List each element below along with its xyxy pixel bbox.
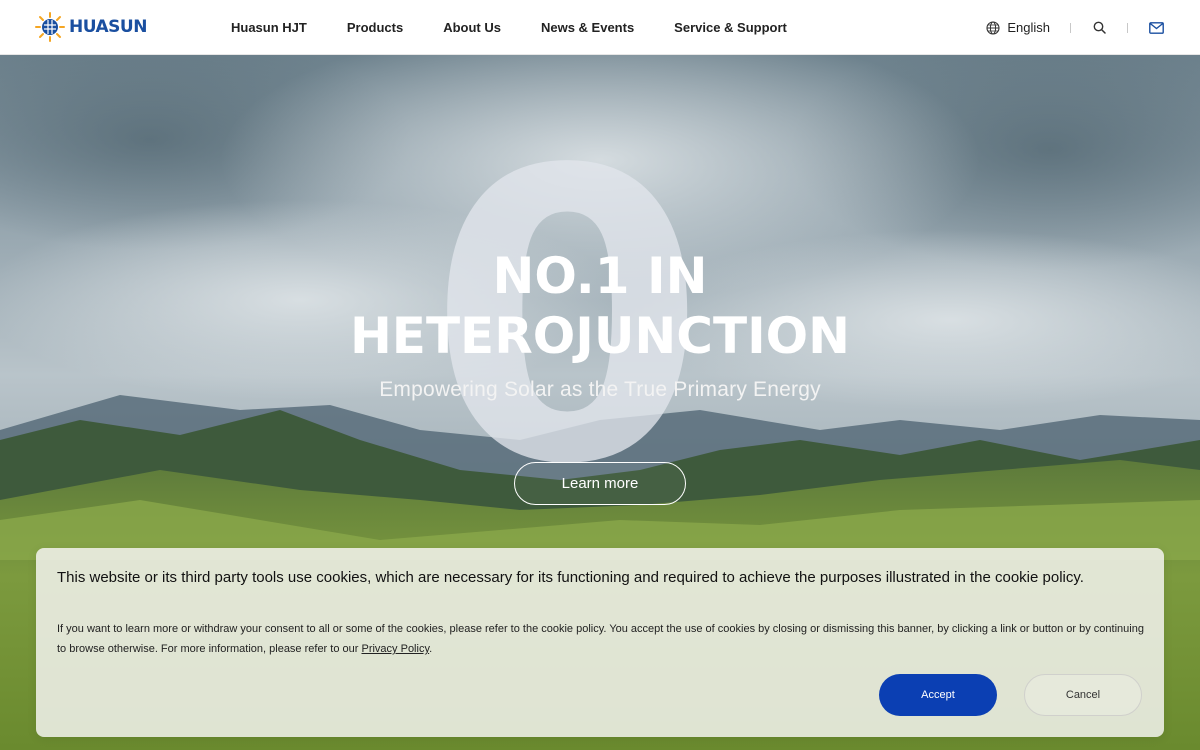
main-nav: Huasun HJT Products About Us News & Even… (231, 0, 827, 55)
header-divider (1127, 22, 1128, 33)
search-icon (1093, 21, 1106, 34)
hero-title: NO.1 IN HETEROJUNCTION (0, 246, 1200, 366)
hero-title-line-2: HETEROJUNCTION (349, 307, 851, 365)
mail-icon (1148, 21, 1164, 34)
learn-more-button[interactable]: Learn more (514, 462, 686, 505)
nav-item-news-events[interactable]: News & Events (541, 20, 634, 35)
cookie-detail-body: If you want to learn more or withdraw yo… (57, 623, 1144, 655)
language-selector[interactable]: English (986, 20, 1050, 35)
cancel-cookies-button[interactable]: Cancel (1024, 674, 1142, 716)
privacy-policy-link[interactable]: Privacy Policy (361, 643, 429, 655)
nav-item-products[interactable]: Products (347, 20, 403, 35)
globe-icon (986, 20, 1000, 35)
accept-cookies-button[interactable]: Accept (879, 674, 997, 716)
language-label: English (1007, 20, 1050, 35)
header-tools: English (986, 0, 1164, 55)
huasun-logo-text: HUASUN (69, 17, 147, 37)
header-divider (1070, 22, 1071, 33)
search-button[interactable] (1091, 20, 1107, 36)
site-header: HUASUN Huasun HJT Products About Us News… (0, 0, 1200, 55)
nav-item-huasun-hjt[interactable]: Huasun HJT (231, 20, 307, 35)
huasun-logo-mark-icon (35, 12, 65, 42)
nav-item-about-us[interactable]: About Us (443, 20, 501, 35)
mail-button[interactable] (1148, 20, 1164, 36)
hero-title-line-1: NO.1 IN (492, 247, 708, 305)
cookie-detail-text: If you want to learn more or withdraw yo… (57, 619, 1147, 659)
cookie-detail-end: . (429, 643, 433, 655)
cookie-main-text: This website or its third party tools us… (57, 569, 1084, 586)
cookie-banner: This website or its third party tools us… (36, 548, 1164, 737)
huasun-logo[interactable]: HUASUN (35, 11, 147, 43)
hero-subtitle: Empowering Solar as the True Primary Ene… (379, 378, 821, 401)
nav-item-service-support[interactable]: Service & Support (674, 20, 787, 35)
